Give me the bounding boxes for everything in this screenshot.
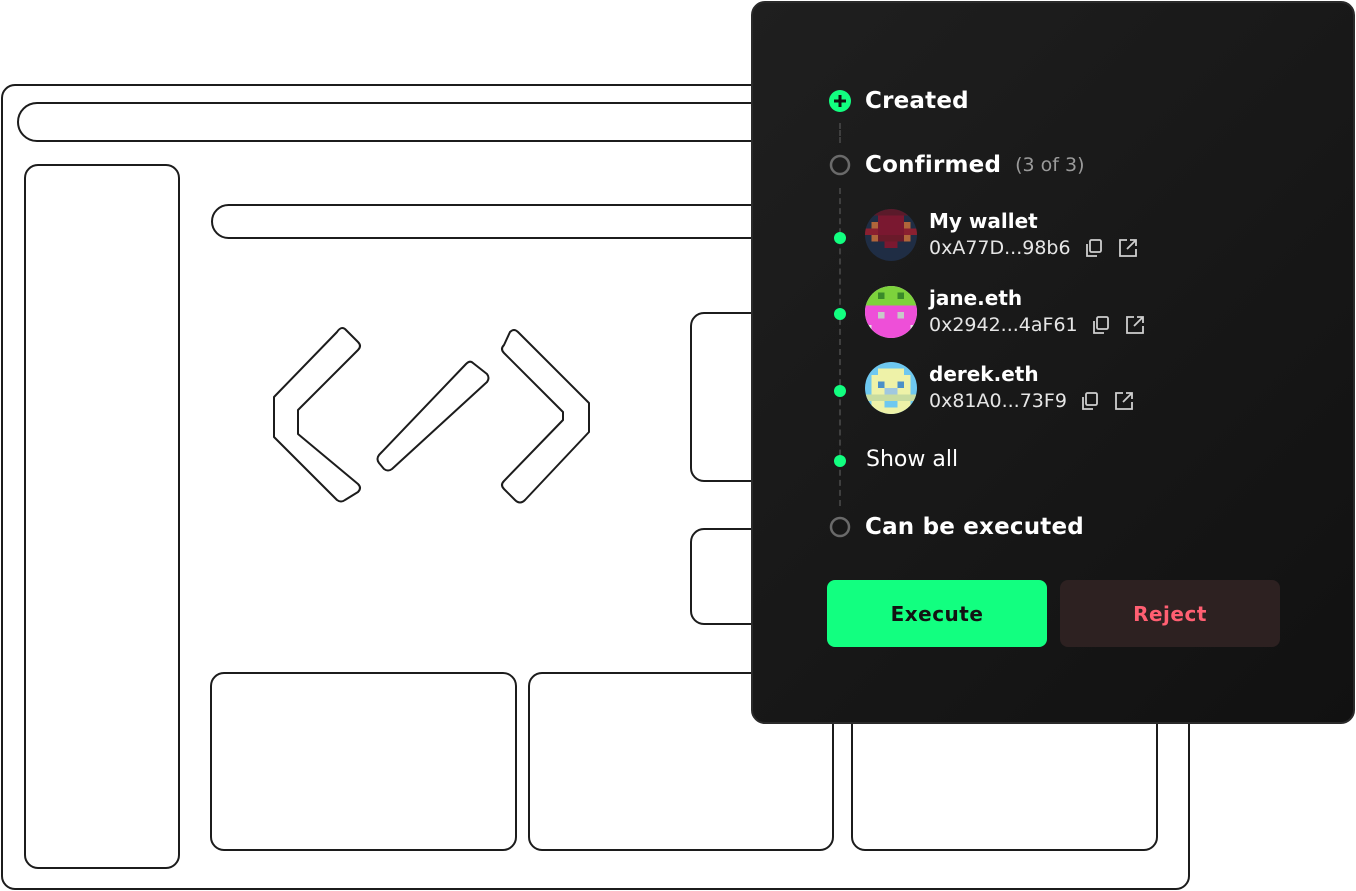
owner-address: 0x81A0...73F9 bbox=[929, 390, 1067, 412]
owner-name: My wallet bbox=[929, 209, 1038, 233]
owner-item: My wallet 0xA77D...98b6 bbox=[865, 208, 1139, 262]
owner-name: jane.eth bbox=[929, 286, 1023, 310]
reject-button[interactable]: Reject bbox=[1060, 580, 1280, 647]
owner-item: derek.eth 0x81A0...73F9 bbox=[865, 361, 1135, 415]
pixel-identicon-blue-yellow-icon bbox=[865, 362, 917, 414]
step-confirmed-label: Confirmed bbox=[865, 152, 1002, 178]
owner-address: 0x2942...4aF61 bbox=[929, 314, 1078, 336]
external-link-icon[interactable] bbox=[1113, 390, 1135, 412]
copy-icon[interactable] bbox=[1083, 237, 1105, 259]
owner-name: derek.eth bbox=[929, 362, 1039, 386]
pixel-identicon-red-icon bbox=[865, 209, 917, 261]
plus-circle-icon bbox=[829, 90, 851, 112]
external-link-icon[interactable] bbox=[1124, 314, 1146, 336]
pixel-identicon-green-pink-icon bbox=[865, 286, 917, 338]
owner-status-dot bbox=[834, 385, 846, 397]
empty-circle-icon bbox=[829, 516, 851, 538]
show-all-link[interactable]: Show all bbox=[866, 447, 958, 472]
avatar bbox=[865, 362, 917, 414]
owner-status-dot bbox=[834, 232, 846, 244]
step-created-label: Created bbox=[865, 88, 969, 114]
step-can-be-executed-label: Can be executed bbox=[865, 514, 1084, 540]
external-link-icon[interactable] bbox=[1117, 237, 1139, 259]
copy-icon[interactable] bbox=[1090, 314, 1112, 336]
timeline-connector bbox=[839, 123, 841, 143]
show-all-dot bbox=[834, 455, 846, 467]
step-created: Created bbox=[829, 88, 969, 114]
owner-address: 0xA77D...98b6 bbox=[929, 237, 1071, 259]
copy-icon[interactable] bbox=[1079, 390, 1101, 412]
empty-circle-icon bbox=[829, 154, 851, 176]
avatar bbox=[865, 286, 917, 338]
step-confirmed: Confirmed (3 of 3) bbox=[829, 152, 1085, 178]
execute-button[interactable]: Execute bbox=[827, 580, 1047, 647]
owner-status-dot bbox=[834, 308, 846, 320]
step-can-be-executed: Can be executed bbox=[829, 514, 1084, 540]
confirmations-count: (3 of 3) bbox=[1015, 154, 1085, 176]
avatar bbox=[865, 209, 917, 261]
owner-item: jane.eth 0x2942...4aF61 bbox=[865, 285, 1146, 339]
transaction-status-panel: Created Confirmed (3 of 3) My wallet 0xA… bbox=[751, 1, 1355, 724]
